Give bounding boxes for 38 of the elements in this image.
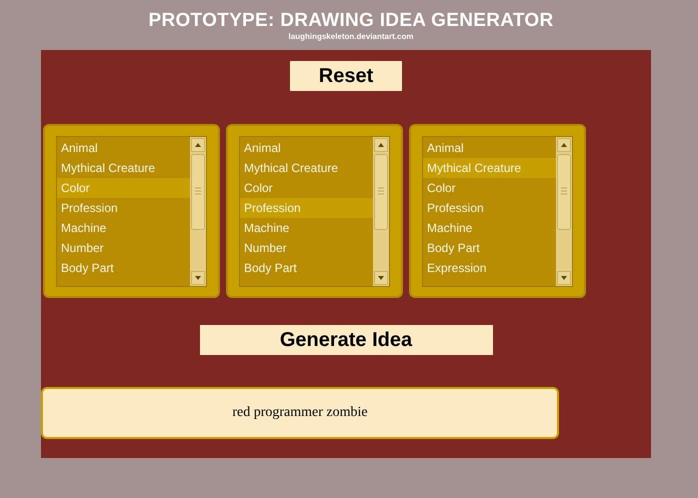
list-item[interactable]: Mythical Creature xyxy=(240,158,373,178)
scroll-thumb[interactable] xyxy=(557,154,571,230)
list-item[interactable]: Body Part xyxy=(240,258,373,278)
scroll-thumb[interactable] xyxy=(191,154,205,230)
scrollbar[interactable] xyxy=(556,136,572,286)
list-item[interactable]: Mythical Creature xyxy=(57,158,190,178)
list-item[interactable]: Animal xyxy=(57,138,190,158)
list-item[interactable]: Number xyxy=(57,238,190,258)
list-item[interactable]: Machine xyxy=(423,218,556,238)
list-item[interactable]: Animal xyxy=(240,138,373,158)
list-item[interactable]: Expression xyxy=(423,258,556,278)
list-item[interactable]: Color xyxy=(240,178,373,198)
scroll-up-icon[interactable] xyxy=(191,138,205,152)
scroll-up-icon[interactable] xyxy=(374,138,388,152)
scroll-down-icon[interactable] xyxy=(374,270,388,284)
list-item[interactable]: Body Part xyxy=(423,238,556,258)
list-item[interactable]: Mythical Creature xyxy=(423,158,556,178)
list-item[interactable]: Color xyxy=(423,178,556,198)
list-item[interactable]: Profession xyxy=(240,198,373,218)
list-item[interactable]: Color xyxy=(57,178,190,198)
scrollbar[interactable] xyxy=(373,136,389,286)
list-item[interactable]: Profession xyxy=(423,198,556,218)
reset-button[interactable]: Reset xyxy=(290,61,402,91)
scrollbar[interactable] xyxy=(190,136,206,286)
scroll-thumb[interactable] xyxy=(374,154,388,230)
scroll-up-icon[interactable] xyxy=(557,138,571,152)
list-item[interactable]: Number xyxy=(240,238,373,258)
page-title: PROTOTYPE: DRAWING IDEA GENERATOR xyxy=(148,10,554,32)
site-address: laughingskeleton.deviantart.com xyxy=(288,32,414,42)
list-item[interactable]: Profession xyxy=(57,198,190,218)
generate-button[interactable]: Generate Idea xyxy=(200,325,492,355)
list-item[interactable]: Body Part xyxy=(57,258,190,278)
list-item[interactable]: Machine xyxy=(57,218,190,238)
scroll-down-icon[interactable] xyxy=(191,270,205,284)
result-text: red programmer zombie xyxy=(232,405,368,421)
list-item[interactable]: Machine xyxy=(240,218,373,238)
scroll-down-icon[interactable] xyxy=(557,270,571,284)
list-item[interactable]: Animal xyxy=(423,138,556,158)
